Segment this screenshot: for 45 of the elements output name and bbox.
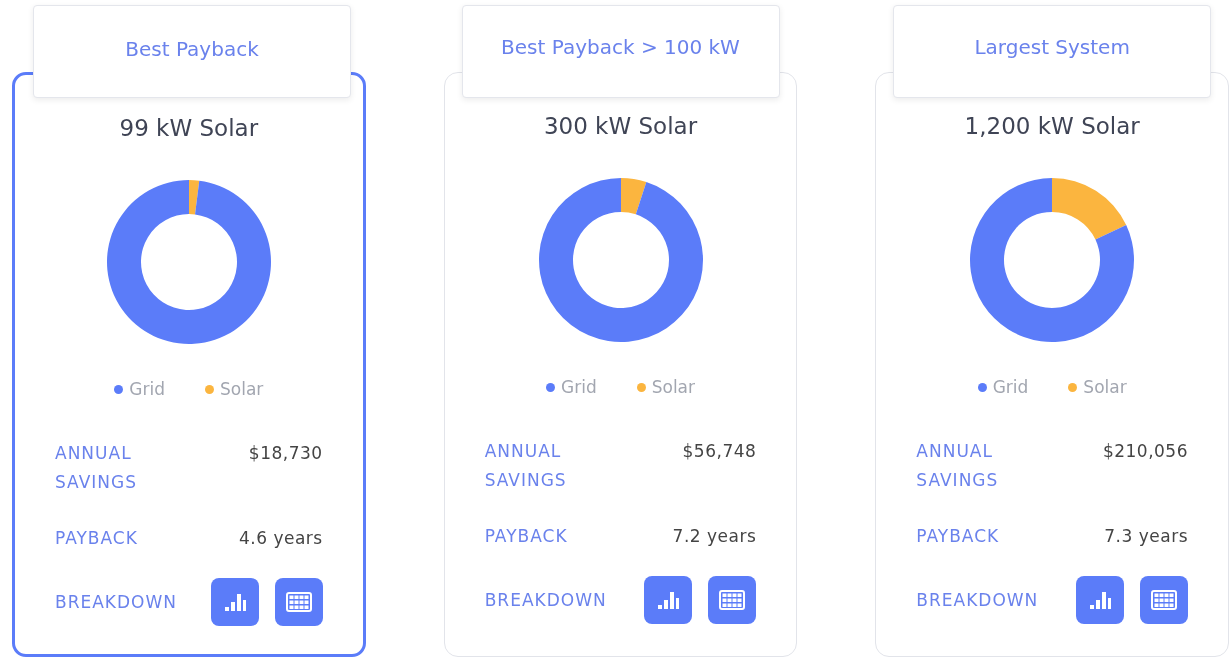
breakdown-label: BREAKDOWN (916, 588, 1039, 612)
legend-dot (1068, 382, 1078, 392)
legend-label: Solar (1083, 377, 1127, 397)
metric-label: PAYBACK (484, 525, 569, 548)
table-icon (719, 590, 746, 610)
legend-dot (205, 384, 214, 394)
legend-label: Solar (651, 377, 695, 397)
chart-button[interactable] (210, 578, 259, 626)
bar-chart-icon (1089, 590, 1111, 610)
table-button[interactable] (1140, 576, 1188, 624)
table-icon (1151, 590, 1177, 610)
chart-button[interactable] (1076, 576, 1124, 624)
metric-label: PAYBACK (916, 525, 1001, 548)
system-size: 99 kW Solar (119, 115, 259, 141)
legend-dot (636, 382, 646, 392)
bar-chart-icon (223, 592, 246, 612)
breakdown-label: BREAKDOWN (55, 590, 177, 614)
card-tab[interactable]: Best Payback > 100 kW (461, 5, 780, 98)
metric-label: ANNUAL SAVINGS (484, 440, 568, 492)
metric-value: 7.3 years (1104, 525, 1188, 548)
system-size: 1,200 kW Solar (964, 113, 1140, 139)
metric-value: $18,730 (248, 442, 323, 465)
metric-value: 4.6 years (238, 527, 323, 550)
legend-dot (977, 382, 987, 392)
system-size: 300 kW Solar (543, 113, 698, 139)
card-tab[interactable]: Best Payback (33, 5, 351, 98)
bar-chart-icon (657, 590, 680, 610)
card-tab[interactable]: Largest System (893, 5, 1212, 98)
legend-label: Grid (129, 379, 165, 399)
metric-label: ANNUAL SAVINGS (55, 442, 138, 494)
legend-label: Solar (220, 379, 264, 399)
table-button[interactable] (274, 578, 323, 626)
metric-value: $210,056 (1102, 440, 1188, 463)
legend-label: Grid (561, 377, 597, 397)
chart-button[interactable] (644, 576, 693, 624)
legend-dot (546, 382, 555, 392)
legend-label: Grid (992, 377, 1029, 397)
metric-label: ANNUAL SAVINGS (916, 440, 1000, 492)
legend-dot (114, 384, 124, 394)
metric-label: PAYBACK (55, 527, 139, 550)
metric-value: 7.2 years (672, 525, 757, 548)
table-button[interactable] (708, 576, 757, 624)
table-icon (285, 592, 312, 612)
breakdown-label: BREAKDOWN (484, 588, 607, 612)
metric-value: $56,748 (682, 440, 757, 463)
